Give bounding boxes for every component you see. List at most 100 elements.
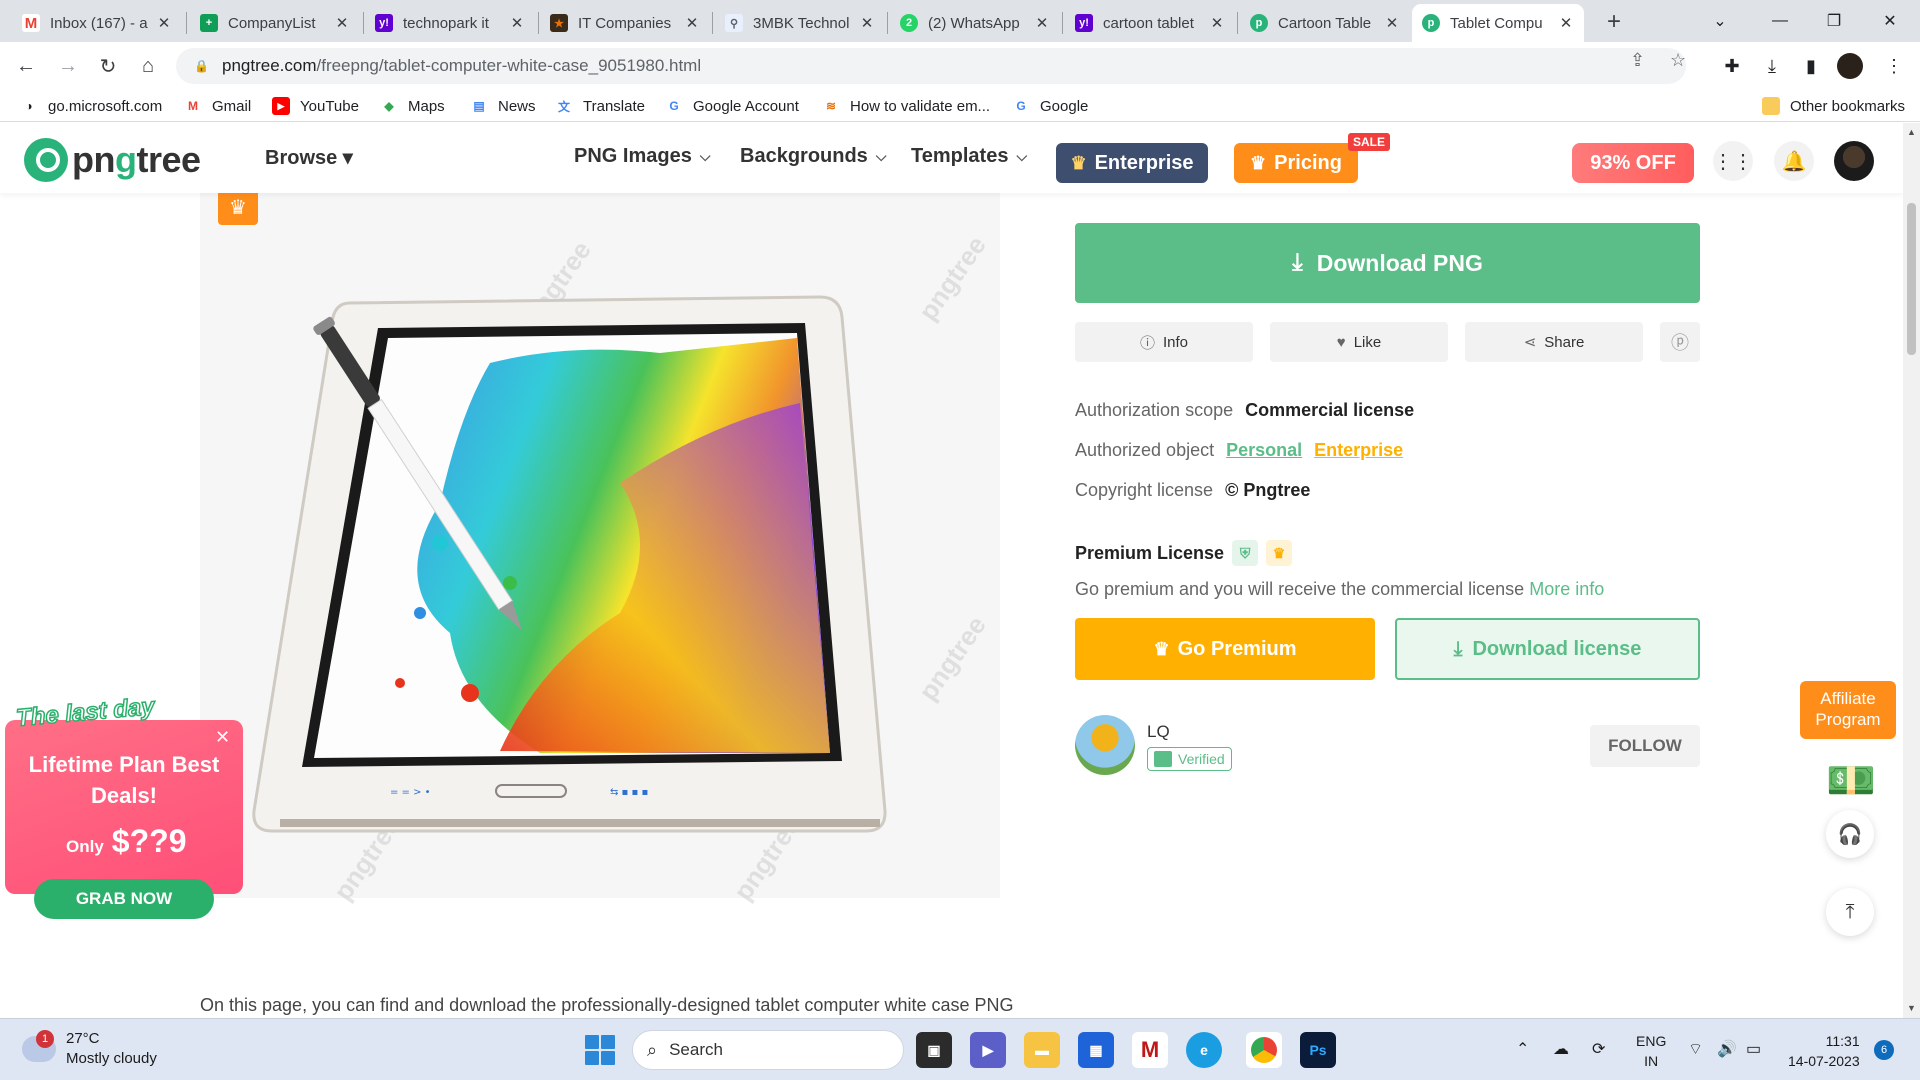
extensions-icon[interactable]: ✚ [1718, 52, 1746, 80]
user-avatar[interactable] [1834, 141, 1874, 181]
tab-technopark[interactable]: y! technopark it ✕ [365, 4, 535, 42]
bookmark-microsoft[interactable]: ◑ go.microsoft.com [20, 95, 162, 117]
close-icon[interactable]: ✕ [215, 727, 230, 748]
battery-icon[interactable]: ▭ [1746, 1039, 1761, 1059]
new-tab-button[interactable]: + [1598, 6, 1630, 38]
forward-icon[interactable]: → [52, 50, 84, 82]
tab-3mbk[interactable]: ⚲ 3MBK Technol ✕ [715, 4, 885, 42]
bookmark-google[interactable]: G Google [1012, 95, 1088, 117]
side-panel-icon[interactable]: ▮ [1797, 52, 1825, 80]
scroll-up-icon[interactable]: ▲ [1907, 127, 1916, 137]
onedrive-icon[interactable]: ☁ [1553, 1039, 1569, 1059]
close-icon[interactable]: ✕ [509, 14, 525, 32]
store-icon[interactable]: ▦ [1078, 1032, 1114, 1068]
share-page-icon[interactable]: ⇪ [1630, 50, 1645, 71]
file-explorer-icon[interactable]: ▬ [1024, 1032, 1060, 1068]
mcafee-icon[interactable]: M [1132, 1032, 1168, 1068]
nav-templates[interactable]: Templates ⌵ [911, 145, 1027, 168]
bookmark-star-icon[interactable]: ☆ [1670, 50, 1686, 71]
author-avatar[interactable] [1075, 715, 1135, 775]
clock[interactable]: 11:31 14-07-2023 [1788, 1031, 1860, 1071]
address-bar[interactable]: 🔒 pngtree.com/freepng/tablet-computer-wh… [176, 48, 1686, 84]
taskbar-search[interactable]: ⌕ Search [632, 1030, 904, 1070]
tab-gmail[interactable]: M Inbox (167) - a ✕ [12, 4, 182, 42]
download-license-button[interactable]: ⤓ Download license [1395, 618, 1700, 680]
browse-menu[interactable]: Browse ▾ [265, 145, 353, 170]
close-icon[interactable]: ✕ [1034, 14, 1050, 32]
close-icon[interactable]: ✕ [1558, 14, 1574, 32]
other-bookmarks[interactable]: Other bookmarks [1762, 95, 1905, 117]
temperature: 27°C [66, 1030, 100, 1047]
back-icon[interactable]: ← [10, 50, 42, 82]
enterprise-link[interactable]: Enterprise [1314, 440, 1403, 461]
pricing-button[interactable]: ♛ Pricing [1234, 143, 1358, 183]
close-icon[interactable]: ✕ [859, 14, 875, 32]
tab-whatsapp[interactable]: 2 (2) WhatsApp ✕ [890, 4, 1060, 42]
discount-button[interactable]: 93% OFF [1572, 143, 1694, 183]
language-indicator[interactable]: ENG IN [1636, 1031, 1666, 1071]
downloads-icon[interactable]: ⤓ [1758, 52, 1786, 80]
page-scrollbar[interactable]: ▲ ▼ [1903, 123, 1920, 1018]
close-icon[interactable]: ✕ [1209, 14, 1225, 32]
restore-button[interactable]: ❐ [1804, 0, 1864, 42]
wifi-icon[interactable]: ⌔ [1688, 1039, 1703, 1059]
back-to-top-icon[interactable]: ⤒ [1826, 888, 1874, 936]
close-window-button[interactable]: ✕ [1860, 0, 1920, 42]
pinterest-icon[interactable]: ⓟ [1660, 322, 1700, 362]
task-view-icon[interactable]: ▣ [916, 1032, 952, 1068]
close-icon[interactable]: ✕ [156, 14, 172, 32]
menu-icon[interactable]: ⋮ [1880, 52, 1908, 80]
chevron-up-icon[interactable]: ⌃ [1516, 1039, 1529, 1059]
money-icon[interactable]: 💵 [1826, 757, 1876, 804]
bookmark-youtube[interactable]: ▶ YouTube [272, 95, 359, 117]
scroll-down-icon[interactable]: ▼ [1907, 1003, 1916, 1013]
sync-icon[interactable]: ⟳ [1592, 1039, 1605, 1059]
bookmark-gmail[interactable]: M Gmail [184, 95, 251, 117]
notification-bell-icon[interactable]: 🔔 [1774, 141, 1814, 181]
enterprise-button[interactable]: ♛ Enterprise [1056, 143, 1208, 183]
tab-search-icon[interactable]: ⌄ [1690, 0, 1750, 42]
bookmark-news[interactable]: ▤ News [470, 95, 535, 117]
headset-icon[interactable]: 🎧 [1826, 810, 1874, 858]
like-button[interactable]: ♥ Like [1270, 322, 1448, 362]
close-icon[interactable]: ✕ [684, 14, 700, 32]
download-png-button[interactable]: ⤓ Download PNG [1075, 223, 1700, 303]
home-icon[interactable]: ⌂ [132, 50, 164, 82]
affiliate-program-button[interactable]: Affiliate Program [1800, 681, 1896, 739]
minimize-button[interactable]: — [1750, 0, 1810, 42]
share-button[interactable]: ⋖ Share [1465, 322, 1643, 362]
close-icon[interactable]: ✕ [334, 14, 350, 32]
bookmark-translate[interactable]: 文 Translate [555, 95, 645, 117]
bookmark-google-account[interactable]: G Google Account [665, 95, 799, 117]
bookmark-maps[interactable]: ◆ Maps [380, 95, 444, 117]
reload-icon[interactable]: ↻ [92, 50, 124, 82]
personal-link[interactable]: Personal [1226, 440, 1302, 461]
pngtree-logo[interactable]: pngtree [24, 138, 201, 182]
go-premium-button[interactable]: ♛ Go Premium [1075, 618, 1375, 680]
author-name[interactable]: LQ [1147, 722, 1170, 742]
tab-tablet-computer[interactable]: p Tablet Compu ✕ [1412, 4, 1584, 42]
nav-backgrounds[interactable]: Backgrounds ⌵ [740, 145, 886, 168]
windows-start-icon[interactable] [585, 1035, 615, 1065]
follow-button[interactable]: FOLLOW [1590, 725, 1700, 767]
bookmark-validate[interactable]: ≋ How to validate em... [822, 95, 990, 117]
tab-it-companies[interactable]: ★ IT Companies ✕ [540, 4, 710, 42]
weather-widget[interactable]: 1 27°C Mostly cloudy [22, 1029, 157, 1069]
more-info-link[interactable]: More info [1529, 579, 1604, 599]
photoshop-icon[interactable]: Ps [1300, 1032, 1336, 1068]
close-icon[interactable]: ✕ [1384, 14, 1400, 32]
profile-avatar[interactable] [1836, 52, 1864, 80]
tab-cartoon-tablet-yahoo[interactable]: y! cartoon tablet ✕ [1065, 4, 1235, 42]
nav-png-images[interactable]: PNG Images ⌵ [574, 145, 710, 168]
chrome-icon[interactable] [1246, 1032, 1282, 1068]
edge-icon[interactable]: e [1186, 1032, 1222, 1068]
scroll-thumb[interactable] [1907, 203, 1916, 355]
grab-now-button[interactable]: GRAB NOW [34, 879, 214, 919]
tab-cartoon-table[interactable]: p Cartoon Table ✕ [1240, 4, 1410, 42]
volume-icon[interactable]: 🔊 [1717, 1039, 1737, 1059]
notification-badge[interactable]: 6 [1874, 1040, 1894, 1060]
teams-icon[interactable]: ▶ [970, 1032, 1006, 1068]
apps-grid-icon[interactable]: ⋮⋮ [1713, 141, 1753, 181]
tab-companylist[interactable]: + CompanyList ✕ [190, 4, 360, 42]
info-button[interactable]: ⓘ Info [1075, 322, 1253, 362]
